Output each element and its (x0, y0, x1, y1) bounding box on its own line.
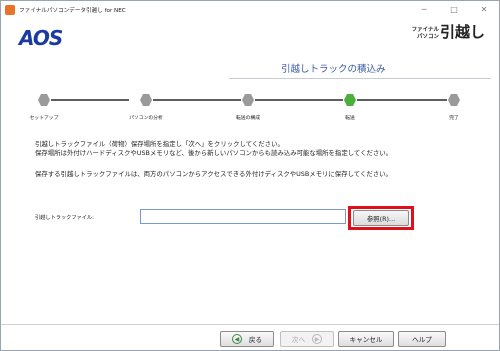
product-logo-line-2: パソコン (416, 34, 439, 40)
next-button[interactable]: 次へ ▶ (280, 331, 334, 347)
next-arrow-icon: ▶ (312, 334, 323, 344)
step-label: 完了 (449, 116, 459, 121)
step-connector (153, 99, 241, 101)
step-5-icon (447, 92, 461, 106)
product-logo-big: 引越し (439, 23, 485, 41)
minimize-button[interactable]: ─ (409, 1, 439, 18)
product-logo-small: ファイナル パソコン (412, 27, 439, 41)
step-1-icon (37, 92, 51, 106)
product-logo-line-1: ファイナル (411, 27, 439, 33)
product-logo: ファイナル パソコン 引越し (412, 24, 485, 41)
help-button-label: ヘルプ (412, 336, 432, 344)
window-controls: ─ □ ✕ (409, 1, 499, 18)
maximize-button[interactable]: □ (439, 1, 469, 18)
back-arrow-icon: ◀ (231, 334, 242, 344)
app-icon (5, 4, 15, 15)
page-title: 引越しトラックの積込み (281, 64, 386, 75)
back-button[interactable]: ◀ 戻る (220, 331, 274, 347)
truck-file-label: 引越しトラックファイル: (35, 215, 94, 221)
step-connector (357, 99, 447, 101)
title-bar: ファイナルパソコンデータ引越し for NEC ─ □ ✕ (1, 1, 499, 18)
step-connector (255, 99, 343, 101)
next-button-label: 次へ (291, 336, 306, 344)
aos-logo: AOS (19, 26, 63, 50)
help-button[interactable]: ヘルプ (398, 331, 446, 347)
browse-button[interactable]: 参照(R)... (353, 210, 409, 226)
step-connector (51, 99, 129, 101)
cancel-button[interactable]: キャンセル (338, 331, 394, 347)
step-2-icon (139, 92, 153, 106)
step-4-icon-active (343, 92, 357, 106)
step-label: 転送 (345, 116, 355, 121)
truck-file-path-input[interactable] (140, 209, 346, 224)
cancel-button-label: キャンセル (349, 336, 383, 344)
footer-divider (1, 324, 499, 325)
step-label: パソコンの分析 (129, 116, 163, 121)
step-3-icon (241, 92, 255, 106)
close-button[interactable]: ✕ (469, 1, 499, 18)
step-label: セットアップ (29, 116, 59, 121)
app-window: ファイナルパソコンデータ引越し for NEC ─ □ ✕ AOS ファイナル … (0, 0, 500, 351)
back-button-label: 戻る (248, 336, 263, 344)
instruction-line-1: 引越しトラックファイル（荷物）保存場所を指定し「次へ」をクリックしてください。 (35, 140, 284, 148)
instruction-line-2: 保存場所は外付けハードディスクやUSBメモリなど、後から新しいパソコンからも読み… (35, 149, 393, 157)
window-title: ファイナルパソコンデータ引越し for NEC (19, 7, 126, 14)
title-divider (229, 78, 491, 79)
step-label: 転送の構成 (236, 116, 260, 121)
instruction-line-3: 保存する引越しトラックファイルは、両方のパソコンからアクセスできる外付けディスク… (35, 170, 392, 178)
